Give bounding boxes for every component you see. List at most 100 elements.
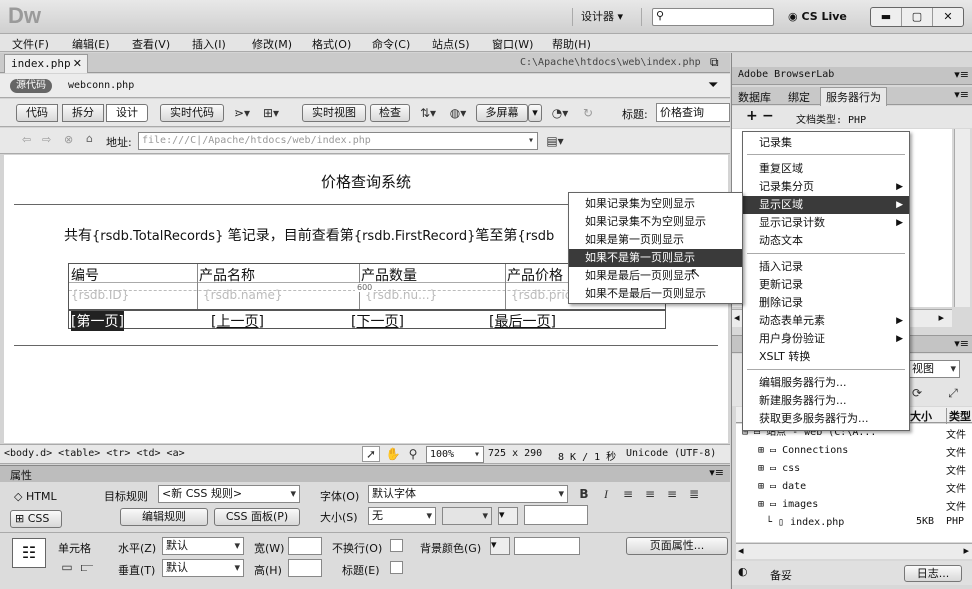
folder-row-date[interactable]: ⊞ ▭ date — [758, 478, 806, 496]
menu-delete-record[interactable]: 删除记录 — [743, 294, 909, 312]
bold-icon[interactable]: B — [576, 485, 592, 503]
menu-dynamic-text[interactable]: 动态文本 — [743, 232, 909, 250]
target-rule-select[interactable]: <新 CSS 规则> — [158, 485, 300, 503]
restore-doc-icon[interactable]: ⧉ — [710, 55, 719, 70]
menu-show-region[interactable]: 显示区域 ▶ — [743, 196, 909, 214]
cell-id[interactable]: {rsdb.ID} — [71, 288, 129, 302]
menu-repeat-region[interactable]: 重复区域 — [743, 160, 909, 178]
folder-row-connections[interactable]: ⊞ ▭ Connections — [758, 442, 848, 460]
files-panel-menu-icon[interactable]: ▾≡ — [954, 337, 969, 350]
select-tool-icon[interactable]: ➚ — [362, 446, 380, 462]
files-scroll-left-icon[interactable]: ◂ — [738, 544, 744, 557]
folder-row-images[interactable]: ⊞ ▭ images — [758, 496, 818, 514]
menu-edit-behaviors[interactable]: 编辑服务器行为... — [743, 374, 909, 392]
browser-compat-icon[interactable]: ⋗▾ — [230, 104, 254, 122]
add-behavior-icon[interactable]: + — [746, 108, 758, 124]
header-checkbox[interactable] — [390, 561, 403, 574]
menu-show-record-count[interactable]: 显示记录计数 ▶ — [743, 214, 909, 232]
address-options-icon[interactable]: ▤▾ — [544, 132, 566, 150]
server-panel-menu-icon[interactable]: ▾≡ — [954, 88, 969, 101]
italic-icon[interactable]: I — [598, 485, 614, 503]
code-view-button[interactable]: 代码 — [16, 104, 58, 122]
inspect-eye-icon[interactable]: ◔▾ — [548, 104, 572, 122]
nav-prev-page[interactable]: [上一页] — [211, 311, 264, 331]
width-input[interactable] — [288, 537, 322, 555]
close-icon[interactable]: ✕ — [933, 8, 963, 26]
view-select[interactable]: 视图 — [908, 360, 960, 378]
scroll-right-icon[interactable]: ▸ — [938, 311, 944, 324]
edit-rule-button[interactable]: 编辑规则 — [120, 508, 208, 526]
total-records-field[interactable]: {rsdb.TotalRecords} — [92, 229, 223, 244]
address-input[interactable]: file:///C|/Apache/htdocs/web/index.php — [138, 132, 538, 150]
menu-more-behaviors[interactable]: 获取更多服务器行为... — [743, 410, 909, 428]
first-record-field[interactable]: {rsdb.FirstRecord} — [354, 229, 476, 244]
submenu-if-not-first[interactable]: 如果不是第一页则显示 — [569, 249, 742, 267]
forward-icon[interactable]: ⇨ — [42, 133, 51, 146]
nav-last-page[interactable]: [最后一页] — [489, 311, 556, 331]
menu-recordset-paging[interactable]: 记录集分页 ▶ — [743, 178, 909, 196]
menu-view[interactable]: 查看(V) — [132, 36, 170, 52]
tab-databases[interactable]: 数据库 — [738, 89, 771, 105]
panel-menu-icon[interactable]: ▾≡ — [709, 466, 724, 479]
css-mode-button[interactable]: ⊞ CSS — [10, 510, 62, 528]
related-file-webconn[interactable]: webconn.php — [68, 80, 134, 91]
home-icon[interactable]: ⌂ — [86, 132, 93, 145]
menu-dynamic-form[interactable]: 动态表单元素 ▶ — [743, 312, 909, 330]
align-left-icon[interactable]: ≡ — [620, 485, 636, 503]
horizontal-select[interactable]: 默认 — [162, 537, 244, 555]
inspect-button[interactable]: 检查 — [370, 104, 410, 122]
browserlab-menu-icon[interactable]: ▾≡ — [954, 68, 969, 81]
cslive-button[interactable]: ◉ CS Live — [788, 8, 847, 26]
back-icon[interactable]: ⇦ — [22, 133, 31, 146]
menu-modify[interactable]: 修改(M) — [252, 36, 292, 52]
last-record-field[interactable]: {rsdb — [517, 229, 554, 244]
cell-quantity[interactable]: {rsdb.nu...} — [365, 288, 437, 302]
text-color-swatch[interactable]: ▾ — [498, 507, 518, 525]
menu-edit[interactable]: 编辑(E) — [72, 36, 110, 52]
close-tab-icon[interactable]: ✕ — [73, 55, 82, 73]
col-type[interactable]: 类型 — [946, 408, 971, 424]
refresh-files-icon[interactable]: ⟳ — [908, 384, 926, 402]
folder-row-css[interactable]: ⊞ ▭ css — [758, 460, 800, 478]
file-management-icon[interactable]: ⇅▾ — [416, 104, 440, 122]
vertical-select[interactable]: 默认 — [162, 559, 244, 577]
window-size[interactable]: 725 x 290 — [488, 448, 542, 459]
files-hscroll[interactable]: ◂ ▸ — [736, 543, 972, 559]
menu-file[interactable]: 文件(F) — [12, 36, 49, 52]
header-name[interactable]: 产品名称 — [199, 265, 255, 285]
bg-color-input[interactable] — [514, 537, 580, 555]
menu-new-behavior[interactable]: 新建服务器行为... — [743, 392, 909, 410]
doc-tab-index[interactable]: index.php ✕ — [4, 54, 88, 73]
file-row-index[interactable]: └ ▯ index.php — [766, 514, 844, 532]
source-code-badge[interactable]: 源代码 — [10, 79, 52, 93]
menu-user-auth[interactable]: 用户身份验证 ▶ — [743, 330, 909, 348]
zoom-select[interactable]: 100% — [426, 446, 484, 463]
maximize-icon[interactable]: ▢ — [902, 8, 933, 26]
live-view-button[interactable]: 实时视图 — [302, 104, 366, 122]
menu-xslt[interactable]: XSLT 转换 — [743, 348, 909, 366]
live-code-button[interactable]: 实时代码 — [160, 104, 224, 122]
menu-update-record[interactable]: 更新记录 — [743, 276, 909, 294]
header-price[interactable]: 产品价格 — [507, 265, 563, 285]
design-view-button[interactable]: 设计 — [106, 104, 148, 122]
submenu-if-first[interactable]: 如果是第一页则显示 — [569, 231, 742, 249]
scroll-left-icon[interactable]: ◂ — [734, 311, 740, 324]
menu-insert[interactable]: 插入(I) — [192, 36, 226, 52]
workspace-switcher[interactable]: 设计器 ▾ — [572, 8, 642, 26]
split-view-button[interactable]: 拆分 — [62, 104, 104, 122]
log-button[interactable]: 日志... — [904, 565, 962, 582]
multiscreen-button[interactable]: 多屏幕 — [476, 104, 528, 122]
refresh-icon[interactable]: ↻ — [578, 104, 598, 122]
header-quantity[interactable]: 产品数量 — [361, 265, 417, 285]
menu-site[interactable]: 站点(S) — [432, 36, 470, 52]
align-right-icon[interactable]: ≡ — [664, 485, 680, 503]
menu-window[interactable]: 窗口(W) — [492, 36, 533, 52]
zoom-tool-icon[interactable]: ⚲ — [404, 446, 422, 462]
size-unit-select[interactable] — [442, 507, 492, 525]
nowrap-checkbox[interactable] — [390, 539, 403, 552]
files-scroll-right-icon[interactable]: ▸ — [963, 544, 969, 557]
expand-files-icon[interactable]: ⤢ — [944, 384, 962, 402]
nav-next-page[interactable]: [下一页] — [351, 311, 404, 331]
menu-insert-record[interactable]: 插入记录 — [743, 258, 909, 276]
nav-table[interactable]: [第一页] [上一页] [下一页] [最后一页] — [68, 309, 666, 331]
